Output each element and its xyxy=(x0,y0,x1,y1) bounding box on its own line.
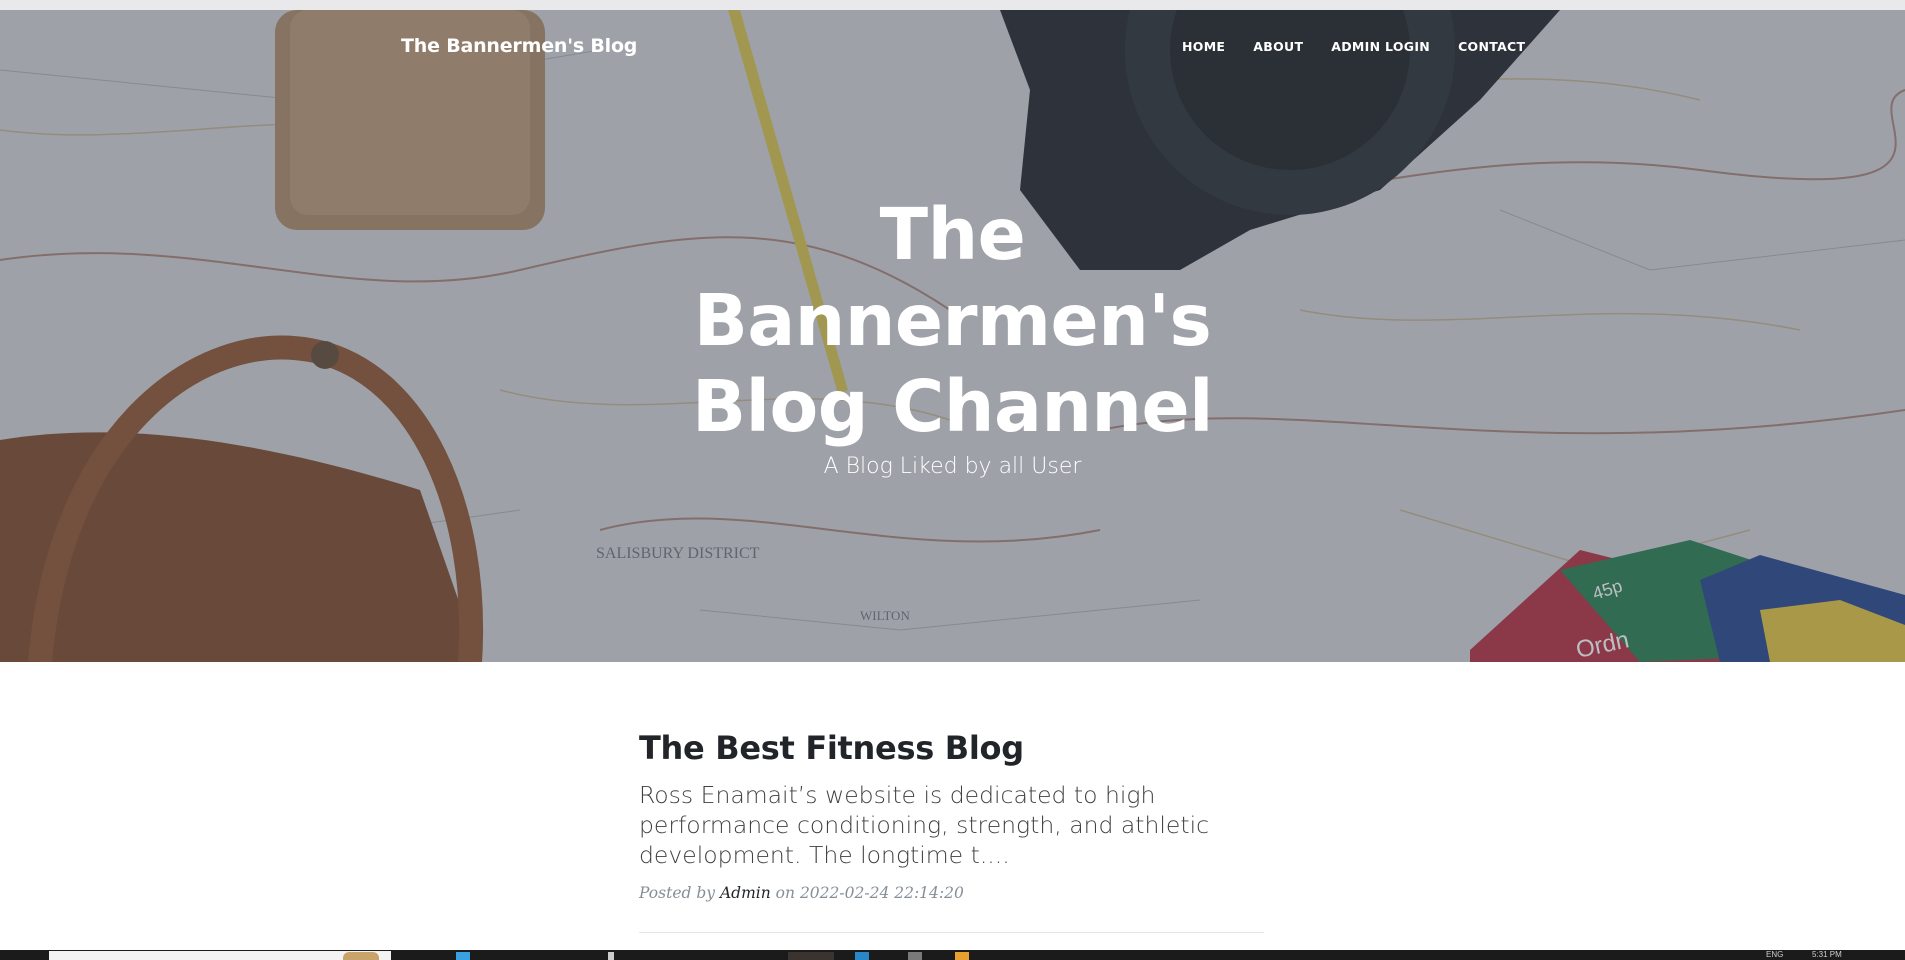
post-author-link[interactable]: Admin xyxy=(720,884,771,902)
taskbar-app-icon[interactable] xyxy=(955,952,969,960)
hero-title: The Bannermen's Blog Channel xyxy=(0,192,1905,450)
nav-about-link[interactable]: ABOUT xyxy=(1239,39,1317,54)
post-preview: The Best Fitness Blog Ross Enamait’s web… xyxy=(639,728,1264,902)
taskbar-search-box[interactable] xyxy=(49,951,391,960)
hero-title-line: The xyxy=(879,193,1026,276)
post-meta-prefix: Posted by xyxy=(639,884,716,902)
browser-top-strip xyxy=(0,0,1905,10)
nav-home-link[interactable]: HOME xyxy=(1182,39,1239,54)
tray-language[interactable]: ENG xyxy=(1766,950,1783,959)
taskbar-app-icon[interactable] xyxy=(456,952,470,960)
hero-title-line: Blog Channel xyxy=(692,365,1213,448)
hero-header: SALISBURY DISTRICT WILTON 45p Ordn The B… xyxy=(0,10,1905,662)
post-divider xyxy=(639,932,1264,933)
post-meta: Posted by Admin on 2022-02-24 22:14:20 xyxy=(639,884,1264,902)
taskbar-app-icon[interactable] xyxy=(788,952,834,960)
hero-title-line: Bannermen's xyxy=(693,279,1212,362)
post-title[interactable]: The Best Fitness Blog xyxy=(639,728,1264,768)
post-meta-on: on xyxy=(775,884,795,902)
brand-link[interactable]: The Bannermen's Blog xyxy=(401,35,637,57)
tray-clock[interactable]: 5:31 PM xyxy=(1812,950,1842,959)
taskbar-app-icon[interactable] xyxy=(608,952,614,960)
taskbar-app-icon[interactable] xyxy=(855,952,869,960)
post-date: 2022-02-24 22:14:20 xyxy=(799,884,964,902)
taskbar-app-icon[interactable] xyxy=(343,952,379,960)
nav-admin-login-link[interactable]: ADMIN LOGIN xyxy=(1317,39,1444,54)
os-taskbar: ENG 5:31 PM xyxy=(0,950,1905,960)
main-nav: HOME ABOUT ADMIN LOGIN CONTACT xyxy=(1182,39,1539,54)
post-link[interactable]: The Best Fitness Blog Ross Enamait’s web… xyxy=(639,728,1264,870)
hero-subtitle: A Blog Liked by all User xyxy=(823,454,1082,479)
taskbar-app-icon[interactable] xyxy=(908,952,922,960)
nav-contact-link[interactable]: CONTACT xyxy=(1444,39,1539,54)
post-excerpt[interactable]: Ross Enamait’s website is dedicated to h… xyxy=(639,780,1214,870)
